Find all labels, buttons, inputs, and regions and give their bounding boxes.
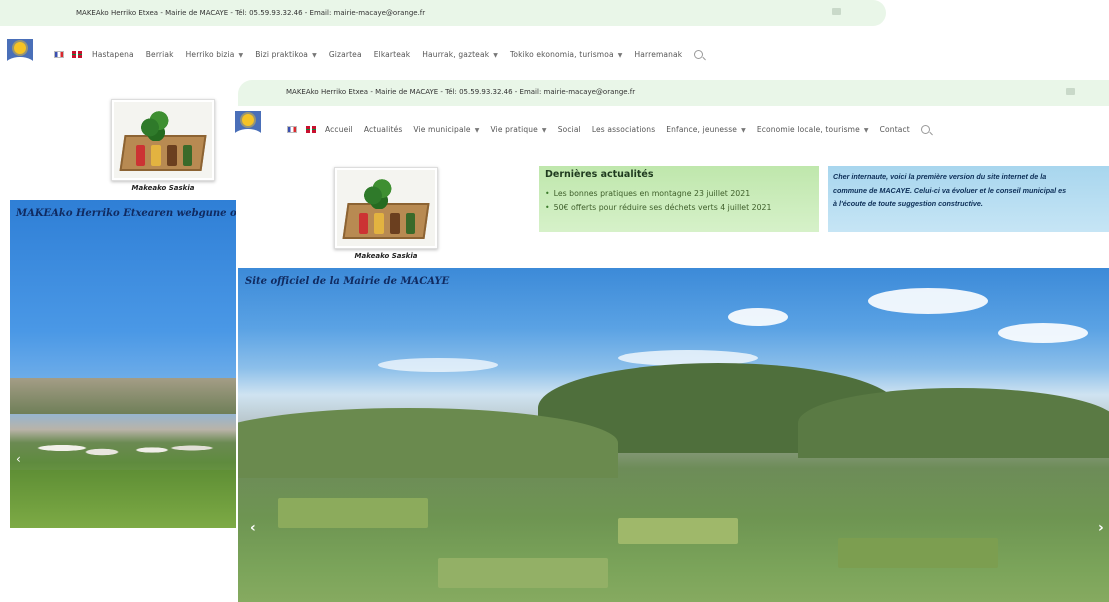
flag-basque-icon[interactable]	[72, 51, 82, 58]
nav-item-village-life[interactable]: Herriko bizia ▼	[186, 50, 244, 59]
logo-caption: Makeako Saskia	[131, 184, 195, 192]
nav-label: Herriko bizia	[185, 50, 235, 59]
chevron-down-icon: ▼	[741, 127, 746, 134]
contact-topbar: MAKEAko Herriko Etxea - Mairie de MACAYE…	[0, 0, 886, 26]
nav-item-economy[interactable]: Tokiko ekonomia, turismoa ▼	[510, 50, 623, 59]
slider-next-button[interactable]: ›	[1098, 520, 1104, 536]
latest-news-widget: Dernières actualités Les bonnes pratique…	[539, 166, 819, 232]
slider-prev-button[interactable]: ‹	[250, 520, 256, 536]
news-link[interactable]: 50€ offerts pour réduire ses déchets ver…	[545, 203, 813, 212]
contact-topbar: MAKEAko Herriko Etxea - Mairie de MACAYE…	[238, 80, 1109, 106]
welcome-line: Cher internaute, voici la première versi…	[833, 172, 1047, 181]
nav-item-municipal-life[interactable]: Vie municipale ▼	[413, 125, 479, 134]
chevron-down-icon: ▼	[493, 52, 498, 59]
chevron-down-icon: ▼	[617, 52, 623, 59]
hero-title: Site officiel de la Mairie de MACAYE	[245, 276, 450, 287]
nav-label: Tokiko ekonomia, turismoa	[509, 50, 614, 59]
welcome-line: commune de MACAYE. Celui-ci va évoluer e…	[833, 185, 1067, 195]
logo-card[interactable]	[111, 99, 215, 181]
screenshot-stage: MAKEAko Herriko Etxea - Mairie de MACAYE…	[0, 0, 1109, 602]
logo-caption: Makeako Saskia	[354, 252, 418, 260]
nav-label: Vie pratique	[490, 125, 538, 134]
welcome-message: Cher internaute, voici la première versi…	[828, 166, 1109, 232]
nav-item-news[interactable]: Berriak	[146, 50, 174, 59]
sun-logo-icon[interactable]	[235, 111, 261, 139]
french-homepage: MAKEAko Herriko Etxea - Mairie de MACAYE…	[235, 80, 1109, 602]
nav-item-economy[interactable]: Economie locale, tourisme ▼	[757, 125, 869, 134]
nav-item-children[interactable]: Haurrak, gazteak ▼	[422, 50, 498, 59]
hero-title: MAKEAko Herriko Etxearen webgune ofi	[16, 208, 236, 219]
search-icon[interactable]	[694, 50, 704, 59]
nav-item-home[interactable]: Accueil	[325, 125, 353, 134]
news-list: Les bonnes pratiques en montagne 23 juil…	[545, 189, 813, 212]
topbar-text: MAKEAko Herriko Etxea - Mairie de MACAYE…	[76, 9, 426, 17]
chevron-down-icon: ▼	[541, 127, 547, 134]
nav-item-contact[interactable]: Harremanak	[634, 50, 682, 59]
main-nav: Accueil Actualités Vie municipale ▼ Vie p…	[287, 125, 930, 134]
nav-item-home[interactable]: Hastapena	[92, 50, 134, 59]
nav-label: Haurrak, gazteak	[422, 50, 490, 59]
nav-item-children[interactable]: Enfance, jeunesse ▼	[666, 125, 746, 134]
flag-fr-icon[interactable]	[54, 51, 64, 58]
nav-label: Enfance, jeunesse	[666, 125, 738, 134]
email-icon[interactable]	[1066, 88, 1075, 95]
sun-logo-icon[interactable]	[7, 39, 33, 67]
nav-item-practical[interactable]: Vie pratique ▼	[490, 125, 546, 134]
nav-item-social[interactable]: Gizartea	[329, 50, 362, 59]
chevron-down-icon: ▼	[238, 52, 244, 59]
logo-card[interactable]	[334, 167, 438, 249]
main-nav: Hastapena Berriak Herriko bizia ▼ Bizi pr…	[54, 50, 704, 59]
basket-image	[337, 170, 435, 246]
news-link[interactable]: Les bonnes pratiques en montagne 23 juil…	[545, 189, 813, 198]
nav-label: Economie locale, tourisme	[756, 125, 860, 134]
welcome-line: à l'écoute de toute suggestion construct…	[833, 199, 983, 208]
hero-slider[interactable]: Site officiel de la Mairie de MACAYE ‹ ›	[238, 268, 1109, 602]
flag-fr-icon[interactable]	[287, 126, 297, 133]
flag-basque-icon[interactable]	[306, 126, 316, 133]
chevron-down-icon: ▼	[863, 127, 869, 134]
topbar-text: MAKEAko Herriko Etxea - Mairie de MACAYE…	[286, 88, 636, 96]
search-icon[interactable]	[920, 125, 930, 134]
nav-label: Vie municipale	[413, 125, 471, 134]
nav-item-associations[interactable]: Les associations	[592, 125, 655, 134]
nav-item-news[interactable]: Actualités	[364, 125, 403, 134]
nav-item-practical[interactable]: Bizi praktikoa ▼	[255, 50, 317, 59]
nav-label: Bizi praktikoa	[255, 50, 309, 59]
chevron-down-icon: ▼	[474, 127, 480, 134]
slider-prev-button[interactable]: ‹	[16, 452, 21, 466]
nav-item-associations[interactable]: Elkarteak	[374, 50, 411, 59]
basket-image	[114, 102, 212, 178]
chevron-down-icon: ▼	[312, 52, 317, 59]
news-title: Dernières actualités	[545, 169, 654, 180]
email-icon[interactable]	[832, 8, 841, 15]
hero-slider[interactable]: MAKEAko Herriko Etxearen webgune ofi ‹	[10, 200, 236, 528]
nav-item-contact[interactable]: Contact	[880, 125, 910, 134]
nav-item-social[interactable]: Social	[558, 125, 581, 134]
